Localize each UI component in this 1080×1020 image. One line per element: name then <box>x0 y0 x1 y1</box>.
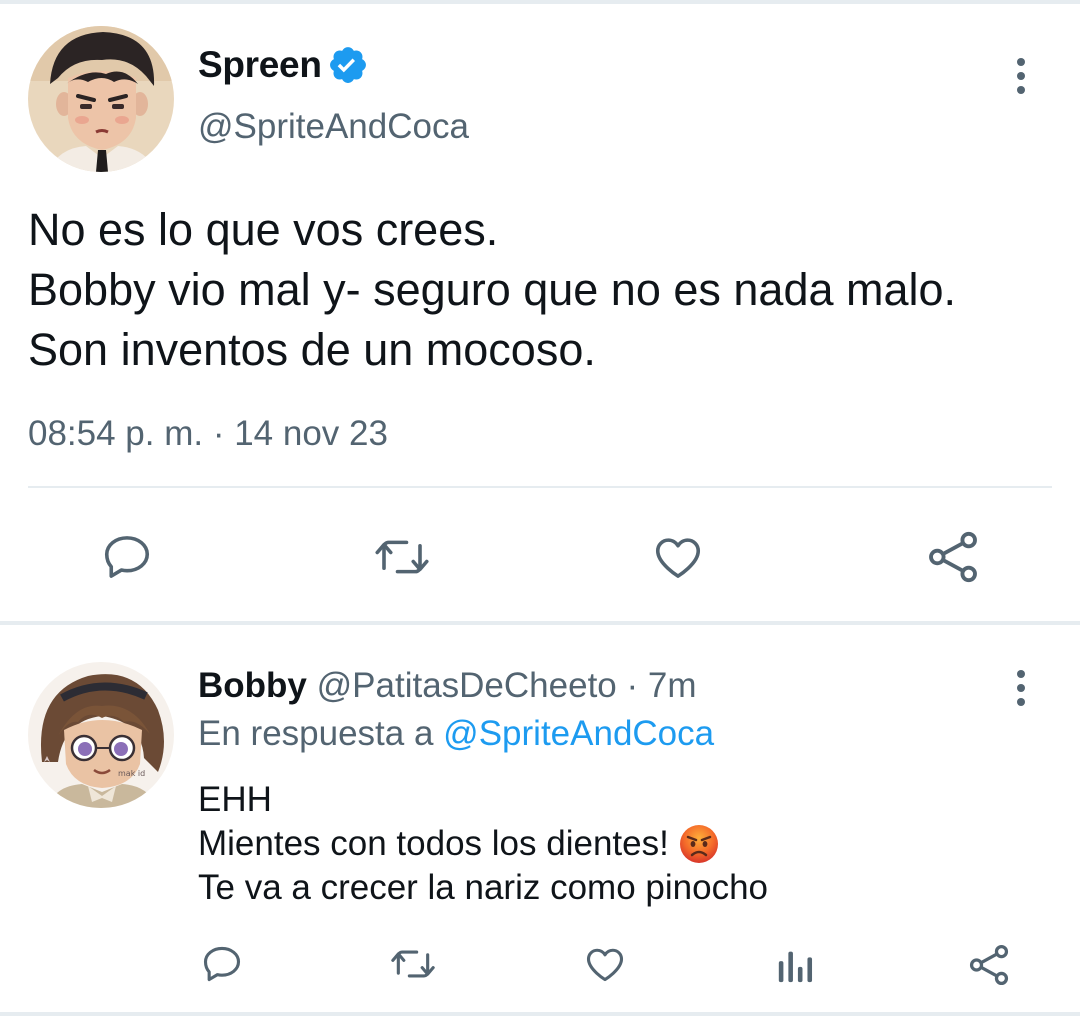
author-handle[interactable]: @SpriteAndCoca <box>198 107 469 147</box>
divider <box>28 486 1052 488</box>
tweet-text-line: Son inventos de un mocoso. <box>28 324 596 375</box>
reply-text: EHH Mientes con todos los dientes! Te va… <box>198 778 768 910</box>
mention-link[interactable]: @SpriteAndCoca <box>443 714 714 753</box>
bottom-divider <box>0 1012 1080 1016</box>
avatar[interactable]: mak id <box>28 662 174 808</box>
reply-icon[interactable] <box>200 942 244 986</box>
main-tweet: Spreen @SpriteAndCoca No es lo que vos c… <box>0 4 1080 621</box>
reply-text-content: Mientes con todos los dientes! <box>198 824 669 863</box>
verified-badge-icon <box>327 44 369 86</box>
in-reply-to-label: En respuesta a <box>198 714 434 753</box>
share-icon[interactable] <box>966 942 1012 988</box>
reply-text-content: EHH <box>198 780 272 819</box>
share-icon[interactable] <box>924 528 982 586</box>
reply-text-line: Mientes con todos los dientes! <box>198 822 768 866</box>
author-name[interactable]: Spreen <box>198 44 322 86</box>
tweet-text-line: Bobby vio mal y- seguro que no es nada m… <box>28 264 957 315</box>
angry-face-icon <box>679 824 719 864</box>
like-icon[interactable] <box>582 942 628 986</box>
timestamp[interactable]: 08:54 p. m. · 14 nov 23 <box>28 414 388 454</box>
tweet-text-line: No es lo que vos crees. <box>28 204 499 255</box>
tweet-age[interactable]: · 7m <box>627 666 697 705</box>
reply-text-line: Te va a crecer la nariz como pinocho <box>198 866 768 910</box>
more-options-icon[interactable] <box>1006 54 1036 98</box>
more-options-icon[interactable] <box>1006 666 1036 710</box>
retweet-icon[interactable] <box>388 942 438 986</box>
reply-header: Bobby @PatitasDeCheeto · 7m <box>198 666 697 706</box>
svg-text:mak id: mak id <box>118 769 145 778</box>
retweet-icon[interactable] <box>372 530 432 584</box>
analytics-icon[interactable] <box>776 944 816 986</box>
avatar[interactable] <box>28 26 174 172</box>
author-handle[interactable]: @PatitasDeCheeto <box>317 666 617 705</box>
reply-text-content: Te va a crecer la nariz como pinocho <box>198 868 768 907</box>
like-icon[interactable] <box>650 530 706 584</box>
reply-text-line: EHH <box>198 778 768 822</box>
reply-icon[interactable] <box>100 530 154 584</box>
in-reply-to: En respuesta a @SpriteAndCoca <box>198 714 714 754</box>
author-name[interactable]: Bobby <box>198 666 307 705</box>
section-divider <box>0 621 1080 625</box>
tweet-text: No es lo que vos crees. Bobby vio mal y-… <box>28 200 1068 380</box>
